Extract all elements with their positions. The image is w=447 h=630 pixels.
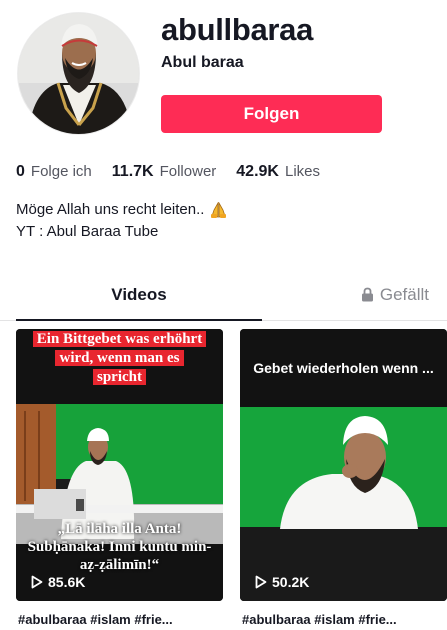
tab-videos[interactable]: Videos <box>16 285 262 321</box>
folded-hands-icon <box>211 202 227 218</box>
lock-icon <box>361 287 373 302</box>
play-icon <box>31 575 43 589</box>
stat-following[interactable]: 0 Folge ich <box>16 163 92 181</box>
video-overlay-dua: „Lā ilāha illa Anta! Subḥānaka! Inni kun… <box>27 521 212 573</box>
stat-likes-label: Likes <box>284 163 321 180</box>
stat-following-label: Folge ich <box>30 163 92 180</box>
video-caption[interactable]: #abulbaraa #islam #frie... <box>242 612 447 627</box>
profile-username: abullbaraa <box>161 12 314 47</box>
follow-button[interactable]: Folgen <box>161 95 382 133</box>
stat-likes-count: 42.9K <box>236 163 279 180</box>
tab-active-indicator <box>16 319 262 321</box>
profile-bio: Möge Allah uns recht leiten.. YT : Abul … <box>16 199 228 243</box>
stat-followers-count: 11.7K <box>111 163 154 180</box>
profile-avatar[interactable] <box>17 12 140 135</box>
video-overlay-title-text: Ein Bittgebet was erhöhrt wird, wenn man… <box>32 331 207 385</box>
video-card[interactable]: Ein Bittgebet was erhöhrt wird, wenn man… <box>16 329 223 601</box>
profile-nickname: Abul baraa <box>161 54 244 71</box>
bio-line-2: YT : Abul Baraa Tube <box>16 223 159 240</box>
video-overlay-title: Ein Bittgebet was erhöhrt wird, wenn man… <box>32 330 207 387</box>
tab-liked[interactable]: Gefällt <box>262 285 447 321</box>
stat-following-count: 0 <box>16 163 25 180</box>
stat-followers-label: Follower <box>159 163 217 180</box>
video-views-count: 50.2K <box>272 574 310 590</box>
video-views: 85.6K <box>31 574 85 590</box>
profile-tabs: Videos Gefällt <box>0 285 447 321</box>
video-views: 50.2K <box>255 574 309 590</box>
video-overlay-title: Gebet wiederholen wenn ... <box>253 360 434 376</box>
bio-text-1: Möge Allah uns recht leiten.. <box>16 201 205 218</box>
avatar-image <box>18 13 139 134</box>
video-card[interactable]: Gebet wiederholen wenn ... 50.2K <box>240 329 447 601</box>
tab-liked-label: Gefällt <box>379 285 429 304</box>
tab-videos-label: Videos <box>111 285 167 304</box>
video-views-count: 85.6K <box>48 574 86 590</box>
profile-stats: 0 Folge ich 11.7K Follower 42.9K Likes <box>16 163 340 181</box>
bio-line-1: Möge Allah uns recht leiten.. <box>16 199 228 221</box>
stat-followers[interactable]: 11.7K Follower <box>112 163 217 181</box>
play-icon <box>255 575 267 589</box>
video-caption[interactable]: #abulbaraa #islam #frie... <box>18 612 225 627</box>
stat-likes: 42.9K Likes <box>236 163 320 181</box>
